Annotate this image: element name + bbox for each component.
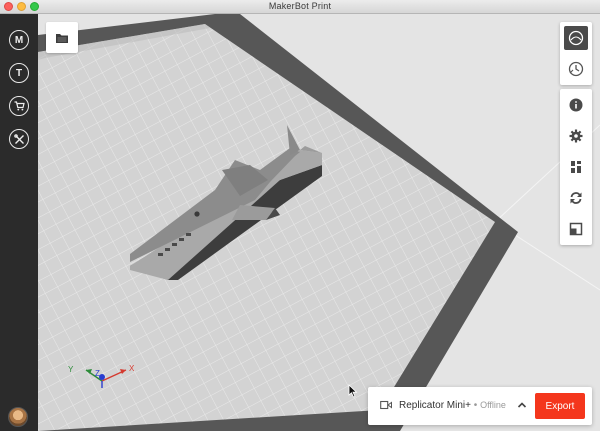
- info-button[interactable]: [564, 93, 588, 117]
- arrange-button[interactable]: [564, 155, 588, 179]
- printer-icon: [380, 400, 392, 410]
- view-icon: [568, 30, 584, 46]
- build-plate-scene[interactable]: Y X Z: [38, 14, 600, 431]
- axis-z-label: Z: [95, 369, 100, 378]
- mouse-cursor-icon: [348, 384, 358, 398]
- folder-icon: [56, 33, 68, 43]
- printer-selector[interactable]: Replicator Mini+ • Offline: [399, 400, 506, 411]
- build-plate-viewport[interactable]: Y X Z: [38, 14, 600, 431]
- makerbot-logo-icon: M: [14, 34, 24, 46]
- status-separator: •: [473, 400, 478, 411]
- object-tools-panel: [560, 89, 592, 245]
- scale-button[interactable]: [564, 217, 588, 241]
- scale-icon: [569, 222, 583, 236]
- axis-y-label: Y: [68, 365, 74, 374]
- window-title: MakerBot Print: [268, 1, 332, 11]
- thingiverse-button[interactable]: T: [9, 63, 29, 83]
- model-view-button[interactable]: [564, 26, 588, 50]
- chevron-up-icon[interactable]: [517, 401, 527, 409]
- arrange-icon: [571, 161, 581, 173]
- printer-bar: Replicator Mini+ • Offline Export: [368, 387, 592, 425]
- view-mode-panel: [560, 22, 592, 85]
- store-button[interactable]: [9, 96, 29, 116]
- cart-icon: [14, 101, 25, 111]
- printer-status: Offline: [480, 400, 506, 410]
- settings-button[interactable]: [564, 124, 588, 148]
- rotate-button[interactable]: [564, 186, 588, 210]
- printer-name: Replicator Mini+: [399, 400, 471, 411]
- rotate-icon: [570, 192, 582, 204]
- avatar[interactable]: [8, 407, 28, 427]
- print-preview-icon: [568, 61, 584, 77]
- axis-x-label: X: [129, 364, 135, 373]
- open-file-button[interactable]: [46, 22, 78, 53]
- title-bar: MakerBot Print: [0, 0, 600, 14]
- makerbot-logo-button[interactable]: M: [9, 30, 29, 50]
- utilities-button[interactable]: [9, 129, 29, 149]
- info-icon: [569, 98, 583, 112]
- print-preview-button[interactable]: [564, 57, 588, 81]
- left-sidebar: M T: [0, 14, 38, 431]
- settings-icon: [569, 129, 583, 143]
- tools-icon: [13, 133, 24, 144]
- export-button[interactable]: Export: [535, 393, 585, 419]
- thingiverse-icon: T: [15, 67, 23, 79]
